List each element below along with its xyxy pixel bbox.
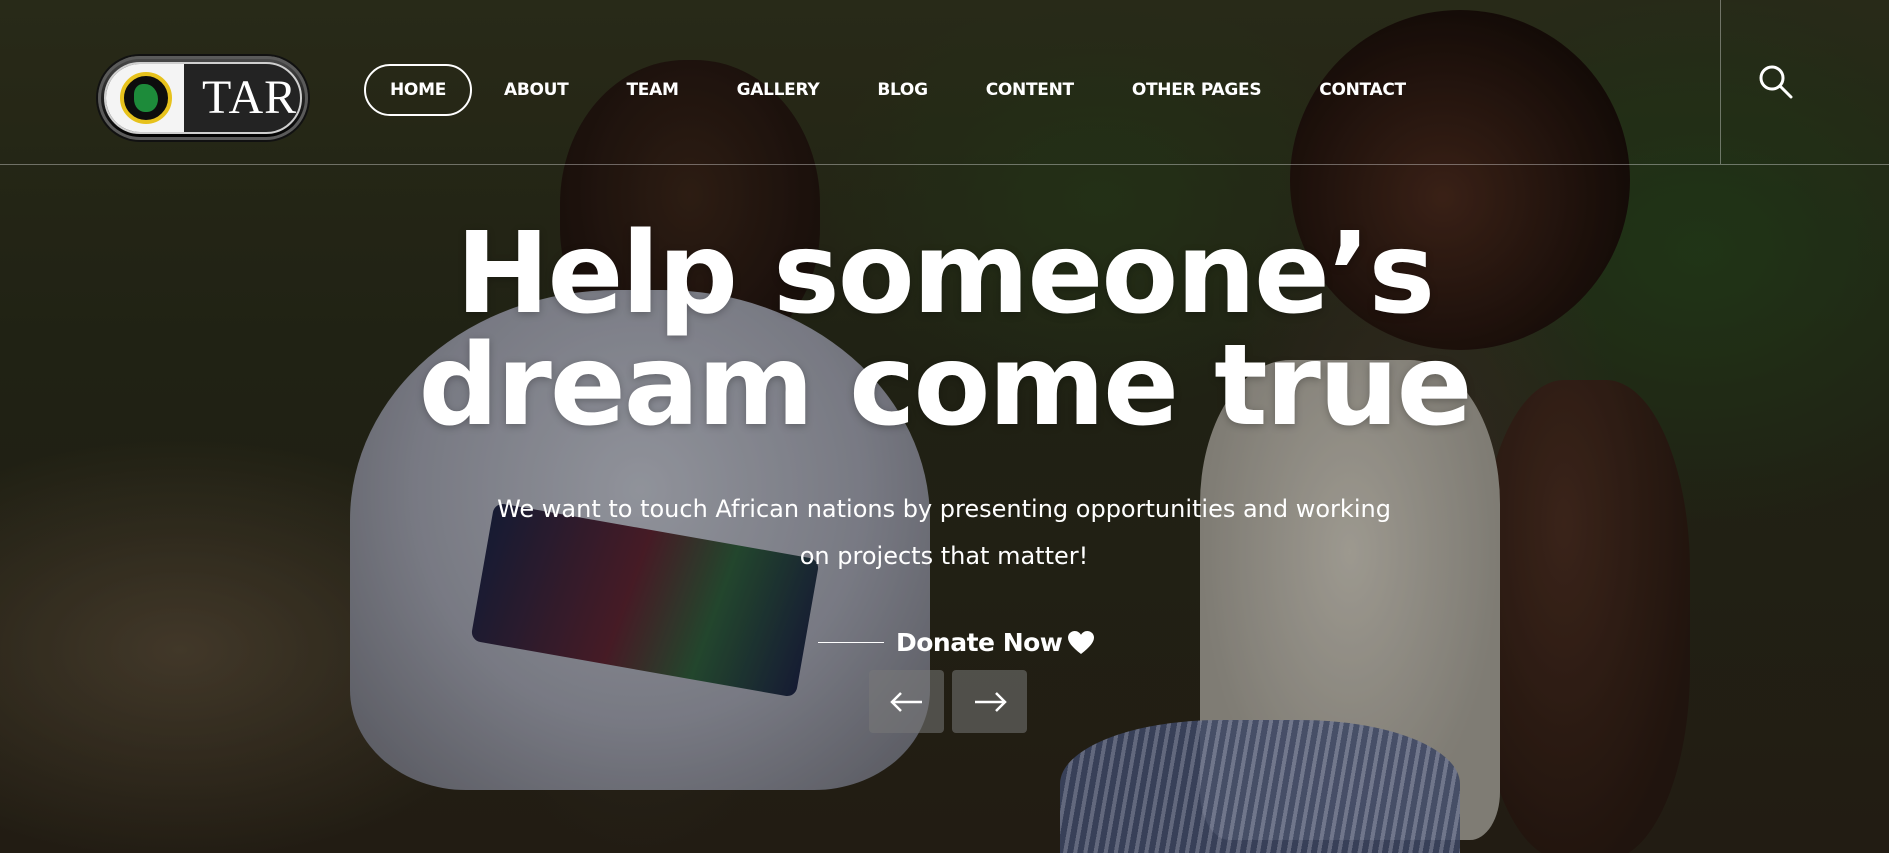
arrow-right-icon (974, 691, 1007, 712)
logo-seal-panel (106, 64, 184, 132)
africa-seal-icon (120, 72, 172, 124)
hero-section: TAR HOME ABOUT TEAM GALLERY BLOG CONTENT… (0, 0, 1889, 853)
site-logo[interactable]: TAR (98, 56, 308, 140)
logo-badge: TAR (104, 62, 302, 134)
search-icon[interactable] (1758, 64, 1794, 100)
nav-item-other-pages[interactable]: OTHER PAGES (1132, 66, 1262, 114)
nav-item-team[interactable]: TEAM (626, 66, 678, 114)
site-header: TAR HOME ABOUT TEAM GALLERY BLOG CONTENT… (0, 0, 1889, 165)
slider-prev-button[interactable] (869, 670, 944, 733)
nav-item-gallery[interactable]: GALLERY (737, 66, 820, 114)
nav-item-contact[interactable]: CONTACT (1319, 66, 1406, 114)
nav-item-content[interactable]: CONTENT (986, 66, 1074, 114)
slider-next-button[interactable] (952, 670, 1027, 733)
slider-controls (869, 670, 1027, 733)
hero-headline-line-1: Help someone’s (455, 209, 1435, 339)
main-nav: HOME ABOUT TEAM GALLERY BLOG CONTENT OTH… (364, 64, 1464, 116)
nav-item-home[interactable]: HOME (364, 64, 473, 116)
donate-now-label: Donate Now (896, 628, 1063, 657)
heart-icon (1068, 630, 1095, 654)
header-divider (1720, 0, 1721, 164)
nav-item-blog[interactable]: BLOG (877, 66, 928, 114)
logo-text: TAR (202, 71, 298, 124)
hero-subtext: We want to touch African nations by pres… (497, 495, 1391, 570)
donate-now-link[interactable]: Donate Now (818, 628, 1095, 657)
hero-headline: Help someone’s dream come true (0, 218, 1889, 442)
nav-item-about[interactable]: ABOUT (504, 66, 569, 114)
donate-line-decoration (818, 642, 884, 643)
hero-headline-line-2: dream come true (418, 321, 1472, 451)
arrow-left-icon (889, 691, 922, 712)
